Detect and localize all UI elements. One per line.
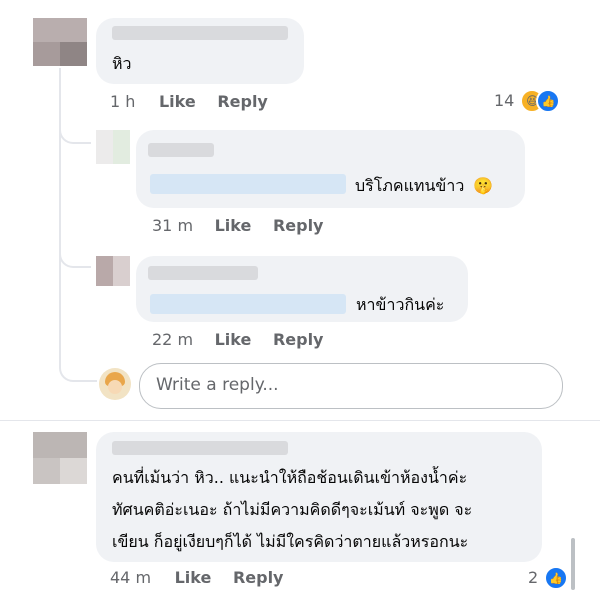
reply-input[interactable]: Write a reply... <box>139 363 563 409</box>
scrollbar[interactable] <box>571 538 575 590</box>
mention-tag-blurred[interactable] <box>150 174 346 194</box>
like-link[interactable]: Like <box>175 568 212 587</box>
reply-link[interactable]: Reply <box>233 568 284 587</box>
author-name-blurred[interactable] <box>148 143 214 157</box>
thread-branch <box>59 360 97 382</box>
comment-text-line: ทัศนคติอ่ะเนอะ ถ้าไม่มีความคิดดีๆจะเม้นท… <box>112 500 473 519</box>
author-name-blurred[interactable] <box>112 26 288 40</box>
reply-link[interactable]: Reply <box>273 330 324 349</box>
reply-bubble <box>136 130 525 208</box>
reply-text: บริโภคแทนข้าว 🤫 <box>355 176 493 196</box>
avatar[interactable] <box>33 18 87 66</box>
divider <box>0 420 600 421</box>
thread-branch <box>59 250 91 268</box>
reply-time[interactable]: 22 m <box>152 330 193 349</box>
reply-meta: 22 m Like Reply <box>152 330 323 349</box>
comment-text-line: เขียน ก็อยู่เงียบๆก็ได้ ไม่มีใครคิดว่าตา… <box>112 532 469 551</box>
author-name-blurred[interactable] <box>112 441 288 455</box>
reply-link[interactable]: Reply <box>273 216 324 235</box>
reply-input-placeholder: Write a reply... <box>156 375 279 395</box>
avatar[interactable] <box>33 432 87 484</box>
reaction-summary[interactable]: 14 😆 👍 <box>494 89 561 113</box>
reply-link[interactable]: Reply <box>217 92 268 111</box>
author-name-blurred[interactable] <box>148 266 258 280</box>
thread-branch <box>59 126 91 144</box>
thumbs-up-icon: 👍 <box>544 566 569 590</box>
thread-line <box>59 68 61 368</box>
reaction-count: 2 <box>528 567 539 587</box>
current-user-avatar[interactable] <box>99 368 131 400</box>
reaction-count: 14 <box>494 90 515 110</box>
avatar[interactable] <box>96 256 130 286</box>
reaction-summary[interactable]: 2 👍 <box>528 566 569 590</box>
reply-text-content: บริโภคแทนข้าว <box>355 176 465 195</box>
mention-tag-blurred[interactable] <box>150 294 346 314</box>
like-link[interactable]: Like <box>215 330 252 349</box>
reply-text: หาข้าวกินค่ะ <box>356 295 445 314</box>
reply-time[interactable]: 31 m <box>152 216 193 235</box>
comment-time[interactable]: 1 h <box>110 92 135 111</box>
thumbs-up-icon: 👍 <box>536 89 561 113</box>
comment-meta: 44 m Like Reply <box>110 568 283 587</box>
comment-text: หิว <box>112 54 132 73</box>
reply-meta: 31 m Like Reply <box>152 216 323 235</box>
comment-time[interactable]: 44 m <box>110 568 151 587</box>
comment-meta: 1 h Like Reply <box>110 92 268 111</box>
like-link[interactable]: Like <box>159 92 196 111</box>
avatar[interactable] <box>96 130 130 164</box>
comment-text-line: คนที่เม้นว่า หิว.. แนะนำให้ถือช้อนเดินเข… <box>112 468 468 487</box>
shushing-emoji-icon: 🤫 <box>473 176 494 195</box>
like-link[interactable]: Like <box>215 216 252 235</box>
